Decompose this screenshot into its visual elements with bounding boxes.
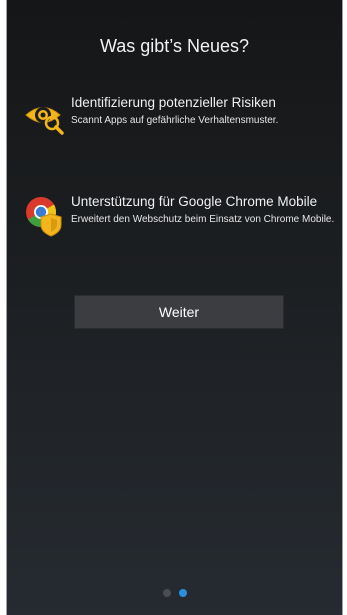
feature-title: Unterstützung für Google Chrome Mobile	[71, 194, 318, 209]
eye-magnifier-icon	[23, 95, 67, 139]
continue-button[interactable]: Weiter	[74, 295, 284, 329]
feature-description: Scannt Apps auf gefährliche Verhaltensmu…	[71, 115, 279, 126]
feature-title: Identifizierung potenzieller Risiken	[71, 95, 276, 110]
whats-new-screen: Was gibt’s Neues? Identifizierung potenz…	[6, 0, 343, 615]
feature-description: Erweitert den Webschutz beim Einsatz von…	[71, 214, 335, 225]
page-title: Was gibt’s Neues?	[99, 36, 250, 56]
page-dot-2-active[interactable]	[178, 589, 187, 597]
feature-text: Identifizierung potenzieller Risiken Sca…	[71, 95, 336, 127]
page-indicator	[7, 589, 342, 597]
feature-text: Unterstützung für Google Chrome Mobile E…	[71, 194, 336, 226]
page-dot-1[interactable]	[162, 589, 171, 597]
chrome-shield-icon	[23, 194, 67, 238]
